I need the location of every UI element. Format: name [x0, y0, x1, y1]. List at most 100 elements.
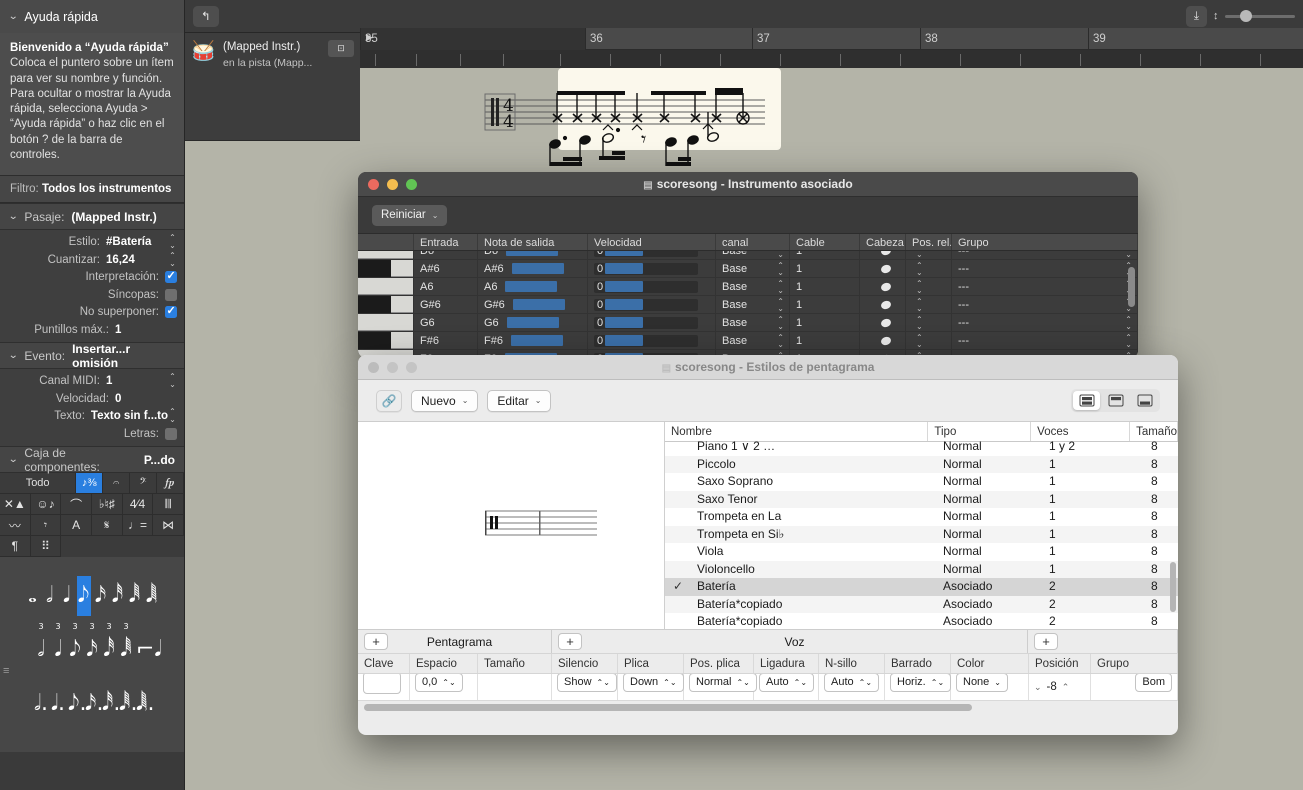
velocidad-box[interactable]: 0: [594, 334, 699, 347]
entrada-cell[interactable]: A6: [414, 278, 478, 295]
table-row[interactable]: Trompeta en Si♭ Normal 1 8: [665, 525, 1178, 544]
staff-styles-rows[interactable]: Piano 1 ∨ 2 … Normal 1 y 2 8 Piccolo Normal 1 8…: [665, 438, 1178, 629]
passage-prop-row[interactable]: Cuantizar: 16,24 ⌃ ⌄: [0, 251, 184, 269]
inst-col-Grupo[interactable]: Grupo: [952, 234, 1138, 250]
palette-tab-pedal[interactable]: 𝄐: [103, 473, 131, 494]
foot-col-Posición[interactable]: Posición: [1029, 654, 1091, 673]
instrument-row[interactable]: A6A6 0 Base⌃⌄1 ⌃⌄ ---⌃⌄: [358, 278, 1138, 296]
palette-tab-notes[interactable]: ♪⅜: [76, 473, 104, 494]
ruler-bar-35[interactable]: 35: [360, 28, 585, 50]
style-voces[interactable]: 1 y 2: [1043, 438, 1145, 456]
entrada-cell[interactable]: Do: [414, 251, 478, 259]
velocidad-cell[interactable]: 0: [588, 260, 716, 277]
pos-plica-popup[interactable]: Normal ⌃⌄: [689, 674, 757, 692]
entrada-cell[interactable]: A#6: [414, 260, 478, 277]
passage-prop-checkbox[interactable]: [165, 288, 177, 301]
stepper-icon[interactable]: ⌃⌄: [1125, 333, 1132, 348]
new-menu-button[interactable]: Nuevo ⌄: [411, 389, 479, 412]
foot-col-Ligadura[interactable]: Ligadura: [754, 654, 819, 673]
zoom-icon[interactable]: [406, 178, 417, 190]
palette-symbol-1[interactable]: ☺♪: [30, 494, 62, 516]
nota-salida-cell[interactable]: G6: [478, 314, 588, 331]
table-row[interactable]: ✓ Batería Asociado 2 8: [665, 578, 1178, 596]
pos-rel-cell[interactable]: ⌃⌄: [906, 251, 952, 259]
note-value-0-6[interactable]: 𝅘𝅥𝅱: [128, 576, 142, 616]
view-mode-segmented-control[interactable]: [1071, 389, 1160, 412]
note-value-0-5[interactable]: 𝅘𝅥𝅰: [111, 576, 125, 616]
style-tipo[interactable]: Normal: [937, 438, 1043, 456]
posicion-stepper[interactable]: ⌄ -8 ⌃: [1034, 681, 1069, 693]
stepper-icon[interactable]: ⌃⌄: [168, 408, 177, 424]
minimize-icon[interactable]: [387, 178, 398, 190]
foot-col-Grupo percusión[interactable]: Grupo percusión: [1091, 654, 1178, 691]
table-row[interactable]: Viola Normal 1 8: [665, 543, 1178, 561]
style-tipo[interactable]: Normal: [937, 508, 1043, 526]
style-nombre[interactable]: Saxo Soprano: [691, 473, 937, 491]
palette-symbol-0[interactable]: ✕▲: [0, 494, 31, 516]
note-value-1-1[interactable]: 3 𝅘𝅥: [51, 623, 65, 670]
foot-col-Espacio[interactable]: Espacio: [410, 654, 478, 673]
zoom-icon[interactable]: [406, 361, 417, 373]
note-value-2-6[interactable]: 𝅘𝅥𝅲.: [136, 684, 154, 724]
style-tipo[interactable]: Asociado: [937, 613, 1043, 629]
instrument-row[interactable]: G6 G6 0 Base ⌃ ⌄ 1 ⌃ ⌄ --- ⌃ ⌄: [358, 314, 1138, 332]
close-icon[interactable]: [368, 361, 379, 373]
grupo-cell[interactable]: ---⌃⌄: [952, 260, 1138, 277]
stepper-icon[interactable]: ⌃⌄: [168, 373, 177, 389]
tamano-field[interactable]: [478, 674, 552, 700]
piano-key-white[interactable]: [358, 314, 413, 331]
stepper-icon[interactable]: ⌃⌄: [777, 315, 784, 330]
style-nombre[interactable]: Saxo Tenor: [691, 491, 937, 509]
instrument-row[interactable]: F#6 F#6 0 Base ⌃ ⌄ 1 ⌃ ⌄ --- ⌃ ⌄: [358, 332, 1138, 350]
palette-symbol-12[interactable]: ¶: [0, 536, 31, 558]
staff-styles-table[interactable]: Nombre Tipo Voces Tamaño Piano 1 ∨ 2 … Norma…: [665, 422, 1178, 629]
palette-symbol-10[interactable]: ♩=: [122, 515, 154, 537]
vertical-zoom-icon[interactable]: ⤓: [1185, 5, 1207, 27]
style-tamano[interactable]: 8: [1145, 473, 1178, 491]
grupo-cell[interactable]: ---⌃⌄: [952, 332, 1138, 349]
clave-field[interactable]: [363, 674, 401, 694]
pos-rel-cell[interactable]: ⌃⌄: [906, 332, 952, 349]
stepper-icon[interactable]: ⌃⌄: [777, 333, 784, 348]
link-icon[interactable]: 🔗: [376, 389, 402, 412]
stepper-icon[interactable]: ⌃⌄: [1125, 251, 1132, 258]
style-nombre[interactable]: Trompeta en Si♭: [691, 526, 937, 544]
nota-salida-cell[interactable]: G#6: [478, 296, 588, 313]
pos-rel-cell[interactable]: ⌃⌄: [906, 314, 952, 331]
style-tipo[interactable]: Normal: [937, 491, 1043, 509]
nota-salida-cell[interactable]: F#6: [478, 332, 588, 349]
event-prop-row[interactable]: Texto: Texto sin f...to ⌃ ⌄: [0, 407, 184, 425]
note-value-0-4[interactable]: 𝅘𝅥𝅯: [94, 576, 108, 616]
nota-salida-cell[interactable]: Do: [478, 251, 588, 259]
instrument-row[interactable]: A#6A#6 0 Base⌃⌄1 ⌃⌄ ---⌃⌄: [358, 260, 1138, 278]
note-value-1-4[interactable]: 3 𝅘𝅥𝅰: [102, 623, 116, 670]
inst-col-key[interactable]: [358, 234, 414, 250]
table-row[interactable]: Piano 1 ∨ 2 … Normal 1 y 28: [665, 438, 1178, 456]
style-voces[interactable]: 2: [1043, 578, 1145, 596]
partbox-section-header[interactable]: ⌄ Caja de componentes: P...do: [0, 446, 184, 474]
foot-col-Color[interactable]: Color: [951, 654, 1029, 673]
style-nombre[interactable]: Piccolo: [691, 456, 937, 474]
note-value-1-2[interactable]: 3 𝅘𝅥𝅮: [68, 623, 82, 670]
canal-cell[interactable]: Base⌃⌄: [716, 296, 790, 313]
passage-prop-row[interactable]: Interpretación:: [0, 268, 184, 286]
instrument-scrollbar[interactable]: [1128, 267, 1135, 307]
note-value-2-1[interactable]: 𝅘𝅥.: [51, 684, 65, 724]
staff-styles-titlebar[interactable]: ▤ scoresong - Estilos de pentagrama: [358, 355, 1178, 380]
ruler-bar-37[interactable]: 37: [752, 28, 920, 50]
nsillo-popup[interactable]: Auto ⌃⌄: [824, 674, 880, 692]
style-tipo[interactable]: Normal: [937, 456, 1043, 474]
note-value-2-2[interactable]: 𝅘𝅥𝅮.: [68, 684, 86, 724]
stepper-icon[interactable]: ⌃⌄: [777, 297, 784, 312]
stepper-icon[interactable]: ⌃⌄: [916, 297, 923, 312]
staff-styles-scrollbar[interactable]: [1170, 562, 1176, 612]
add-staff-button[interactable]: +: [364, 633, 388, 650]
instrument-window[interactable]: ▤ scoresong - Instrumento asociado Reinic…: [358, 172, 1138, 358]
resize-grip-icon[interactable]: ≡: [3, 666, 9, 677]
table-row[interactable]: Saxo Tenor Normal 1 8: [665, 490, 1178, 509]
entrada-cell[interactable]: F#6: [414, 332, 478, 349]
canal-cell[interactable]: Base⌃⌄: [716, 332, 790, 349]
cable-cell[interactable]: 1: [790, 278, 860, 295]
note-value-2-0[interactable]: 𝅗𝅥.: [34, 684, 48, 724]
entrada-cell[interactable]: G6: [414, 314, 478, 331]
